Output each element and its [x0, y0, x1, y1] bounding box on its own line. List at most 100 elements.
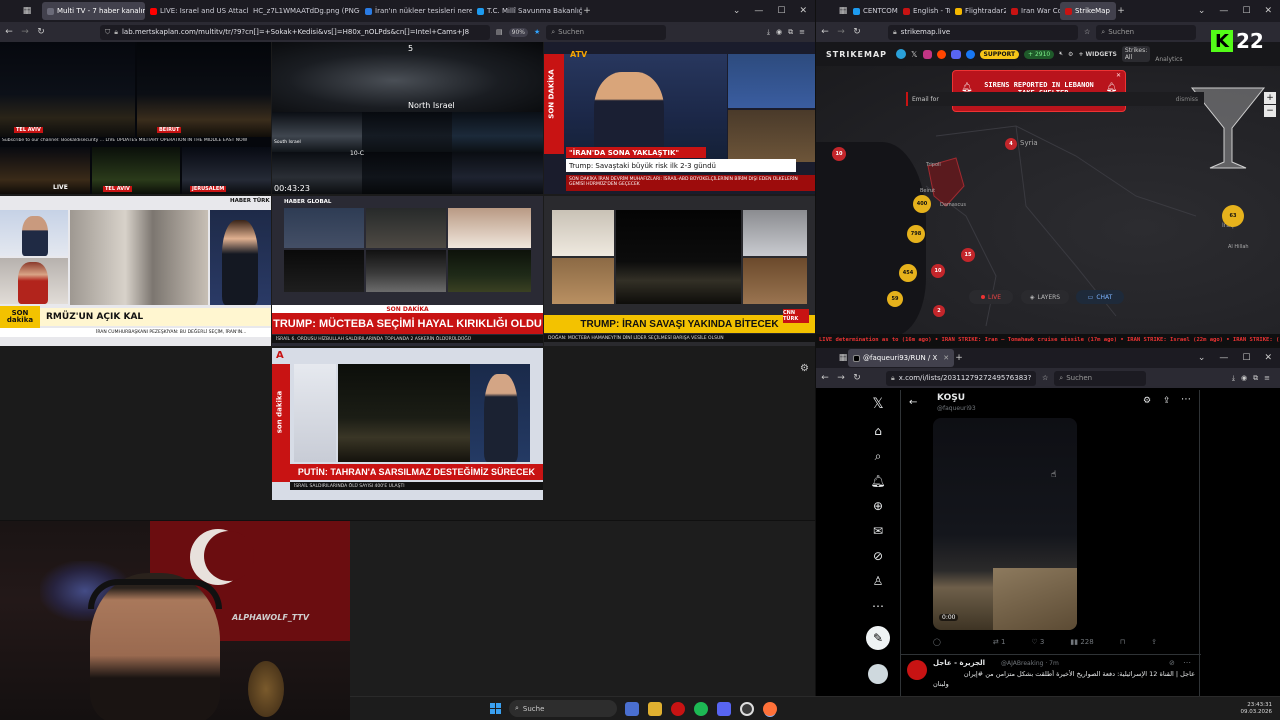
explore-icon[interactable]: ⌕	[868, 446, 888, 466]
profile-icon[interactable]: ♙	[868, 571, 888, 591]
reload-icon[interactable]: ↻	[852, 27, 862, 37]
address-bar[interactable]: 🔒︎ strikemap.live	[888, 24, 1078, 40]
zoom-out-button[interactable]: −	[1264, 105, 1276, 117]
alert-close-icon[interactable]: ✕	[1116, 72, 1121, 79]
firefox-icon[interactable]	[763, 701, 777, 716]
search-input[interactable]: ⌕ Suchen	[1054, 370, 1147, 386]
x-logo-icon[interactable]: 𝕏	[868, 394, 888, 414]
reload-icon[interactable]: ↻	[36, 27, 46, 37]
tab-youtube-live[interactable]: LIVE: Israel and US Attack Iran -	[145, 2, 248, 20]
tab-nuclear[interactable]: İran'ın nükleer tesisleri nerede?	[360, 2, 472, 20]
like-button[interactable]: ♡ 3	[1031, 638, 1044, 646]
close-window-icon[interactable]: ✕	[1264, 6, 1272, 16]
strike-cluster-marker[interactable]: 63	[1222, 205, 1244, 227]
strike-marker[interactable]: 10	[931, 264, 945, 278]
video-player[interactable]: 0:00	[933, 418, 1077, 630]
minimize-icon[interactable]: —	[1219, 353, 1228, 363]
obs-icon[interactable]	[740, 701, 754, 716]
back-icon[interactable]: ←	[820, 373, 830, 383]
messages-icon[interactable]: ✉	[868, 521, 888, 541]
tab-flightradar[interactable]: Flightradar24	[950, 2, 1006, 20]
email-bar[interactable]: Email for dismiss	[906, 92, 1204, 106]
notifications-icon[interactable]: 🔔︎	[868, 471, 888, 491]
analytics-link[interactable]: Analytics	[1155, 56, 1182, 63]
new-tab-icon[interactable]: +	[954, 353, 964, 363]
tab-iran-war-cost[interactable]: Iran War Cost	[1006, 2, 1060, 20]
strikemap-logo[interactable]: STRIKEMAP	[826, 50, 887, 59]
tab-x-list[interactable]: @faqueuri93/RUN / X ✕	[848, 349, 954, 367]
tile-cnnturk[interactable]: TRUMP: İRAN SAVAŞI YAKINDA BİTECEK CNN T…	[544, 196, 815, 346]
tab-list-icon[interactable]: ▦	[838, 353, 848, 363]
zoom-badge[interactable]: 90%	[508, 27, 528, 37]
search-input[interactable]: ⌕ Suchen	[546, 24, 667, 40]
views-button[interactable]: ▮▮ 228	[1070, 638, 1093, 646]
post-ajabreaking[interactable]: الجزيرة - عاجل @AJABreaking · 7m ⊘ ⋯ عاج…	[901, 656, 1201, 696]
compose-post-icon[interactable]: ✎	[866, 626, 890, 650]
aljazeera-avatar[interactable]	[907, 660, 927, 680]
grok-icon[interactable]: ⊘	[868, 546, 888, 566]
more-options-icon[interactable]: ⋯	[1181, 394, 1191, 405]
tile-haberglobal[interactable]: HABER GLOBAL SON DAKİKA TRUMP: MÜCTEBA S…	[272, 196, 543, 346]
back-arrow-icon[interactable]: ←	[909, 397, 917, 408]
extensions-icon[interactable]: ⧉	[1253, 374, 1258, 383]
tab-overflow-icon[interactable]: ⌄	[733, 6, 741, 16]
user-avatar[interactable]	[868, 664, 888, 684]
retweet-button[interactable]: ⇄ 1	[993, 638, 1006, 646]
grok-post-icon[interactable]: ⊘	[1169, 659, 1175, 667]
strike-marker[interactable]: 15	[961, 248, 975, 262]
settings-gear-icon[interactable]: ⚙	[800, 363, 809, 374]
bookmark-icon[interactable]: ⊓	[1120, 638, 1125, 646]
new-tab-icon[interactable]: +	[582, 6, 592, 16]
tab-png[interactable]: HC_z7L1WMAATdDg.png (PNG-Gra	[248, 2, 360, 20]
tab-multitv[interactable]: Multi TV - 7 haber kanalını aynı ✕	[42, 2, 145, 20]
strike-marker[interactable]: 4	[1005, 138, 1017, 150]
windows-start-icon[interactable]	[490, 703, 501, 714]
live-button[interactable]: LIVE	[969, 290, 1013, 304]
menu-icon[interactable]: ≡	[1264, 374, 1270, 382]
file-explorer-icon[interactable]	[648, 701, 662, 716]
address-bar[interactable]: 🔒︎ x.com/i/lists/2031127927249576383?s=2…	[886, 370, 1036, 386]
bookmark-star-icon[interactable]: ☆	[1042, 374, 1048, 382]
follow-icon[interactable]: ⊕	[868, 496, 888, 516]
strike-marker[interactable]: 2	[933, 305, 945, 317]
forward-icon[interactable]: →	[836, 27, 846, 37]
support-button[interactable]: SUPPORT	[979, 49, 1020, 59]
close-window-icon[interactable]: ✕	[799, 6, 807, 16]
maximize-icon[interactable]: ☐	[1242, 6, 1250, 16]
reload-icon[interactable]: ↻	[852, 373, 862, 383]
strikes-filter[interactable]: Strikes: All	[1121, 46, 1151, 62]
new-tab-icon[interactable]: +	[1116, 6, 1126, 16]
menu-icon[interactable]: ≡	[799, 28, 805, 36]
account-icon[interactable]: ◉	[776, 28, 782, 36]
maximize-icon[interactable]: ☐	[1242, 353, 1250, 363]
telegram-icon[interactable]	[896, 49, 907, 59]
x-social-icon[interactable]: 𝕏	[911, 50, 917, 59]
strike-cluster-marker[interactable]: 454	[899, 264, 917, 282]
tab-list-icon[interactable]: ▦	[22, 6, 32, 16]
maximize-icon[interactable]: ☐	[777, 6, 785, 16]
strike-marker[interactable]: 10	[832, 147, 846, 161]
tile-atv[interactable]: SON DAKİKA ATV "İRAN'DA SONA YAKLAŞTIK" …	[544, 42, 815, 194]
share-post-icon[interactable]: ⇪	[1151, 638, 1157, 646]
opera-icon[interactable]	[671, 701, 685, 716]
forward-icon[interactable]: →	[20, 27, 30, 37]
tab-overflow-icon[interactable]: ⌄	[1198, 353, 1206, 363]
taskbar-search[interactable]: ⌕ Suche	[509, 700, 617, 717]
post-more-icon[interactable]: ⋯	[1183, 658, 1191, 667]
list-settings-icon[interactable]: ⚙	[1143, 396, 1151, 406]
search-input[interactable]: ⌕ Suchen	[1096, 24, 1197, 40]
forward-icon[interactable]: →	[836, 373, 846, 383]
facebook-icon[interactable]	[965, 49, 975, 59]
tile-night-cams[interactable]: Subscribe to our channel: Bookaldisecuri…	[0, 42, 271, 194]
extensions-icon[interactable]: ⧉	[788, 28, 793, 37]
system-clock[interactable]: 23:43:31 09.03.2026	[1241, 702, 1273, 716]
reply-icon[interactable]: ◯	[933, 638, 941, 646]
chat-button[interactable]: ▭ CHAT	[1076, 290, 1124, 304]
downloads-icon[interactable]: ⤓	[1232, 374, 1235, 383]
strike-cluster-marker[interactable]: 59	[887, 291, 903, 307]
tile-haberturk[interactable]: HABER TÜRK SON dakika RMÜZ'UN AÇIK KAL İ…	[0, 196, 271, 346]
bookmark-star-icon[interactable]: ★	[534, 28, 540, 36]
bookmark-star-icon[interactable]: ☆	[1084, 28, 1090, 36]
tile-israel-cams[interactable]: 5 North Israel South Israel 10-C 00:43:2…	[272, 42, 543, 194]
close-tab-icon[interactable]: ✕	[943, 354, 949, 362]
